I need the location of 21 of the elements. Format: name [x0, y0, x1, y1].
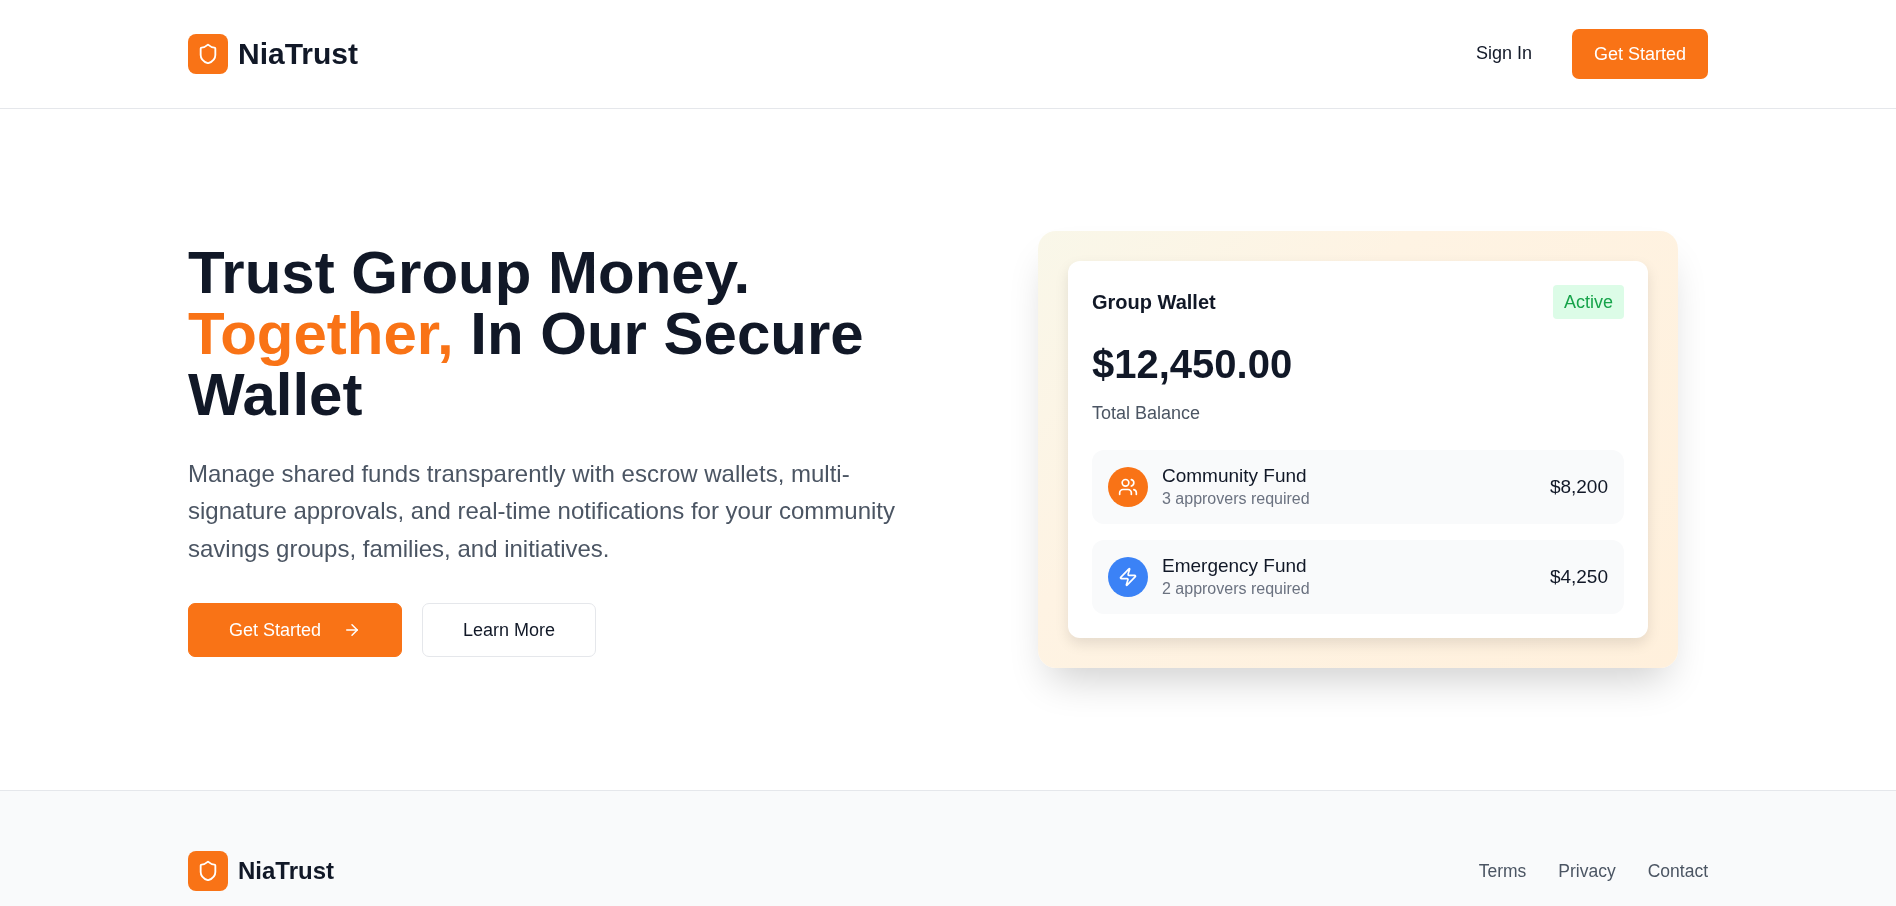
shield-logo-icon — [188, 34, 228, 74]
footer-link[interactable]: Privacy — [1558, 860, 1616, 882]
fund-name: Emergency Fund — [1162, 554, 1307, 579]
nav-link[interactable]: Sign In — [1475, 42, 1532, 66]
footer-link[interactable]: Contact — [1647, 860, 1708, 882]
fund-amount: $8,200 — [1549, 474, 1608, 499]
brand-name: NiaTrust — [238, 856, 335, 886]
fund-approvers: 3 approvers required — [1162, 488, 1310, 509]
shield-logo-icon — [188, 851, 228, 891]
brand-name: NiaTrust — [238, 36, 359, 72]
hero-description: Manage shared funds transparently with escrow wallets, multi-signature approvals, and real-time notifications for your community savings groups, families, and initiatives. — [188, 458, 896, 564]
fund-approvers: 2 approvers required — [1162, 578, 1310, 599]
secondary-button[interactable]: Learn More — [422, 603, 597, 658]
fund-amount: $4,250 — [1549, 564, 1608, 589]
hero-title: Trust Group Money. Together, In Our Secure Wallet — [188, 241, 865, 425]
balance-label: Total Balance — [1092, 402, 1202, 425]
card-title: Group Wallet — [1092, 290, 1216, 314]
footer-link[interactable]: Terms — [1478, 860, 1527, 882]
balance-amount: $12,450.00 — [1092, 341, 1294, 388]
fund-name: Community Fund — [1162, 464, 1307, 489]
status-badge: Active — [1552, 285, 1624, 319]
